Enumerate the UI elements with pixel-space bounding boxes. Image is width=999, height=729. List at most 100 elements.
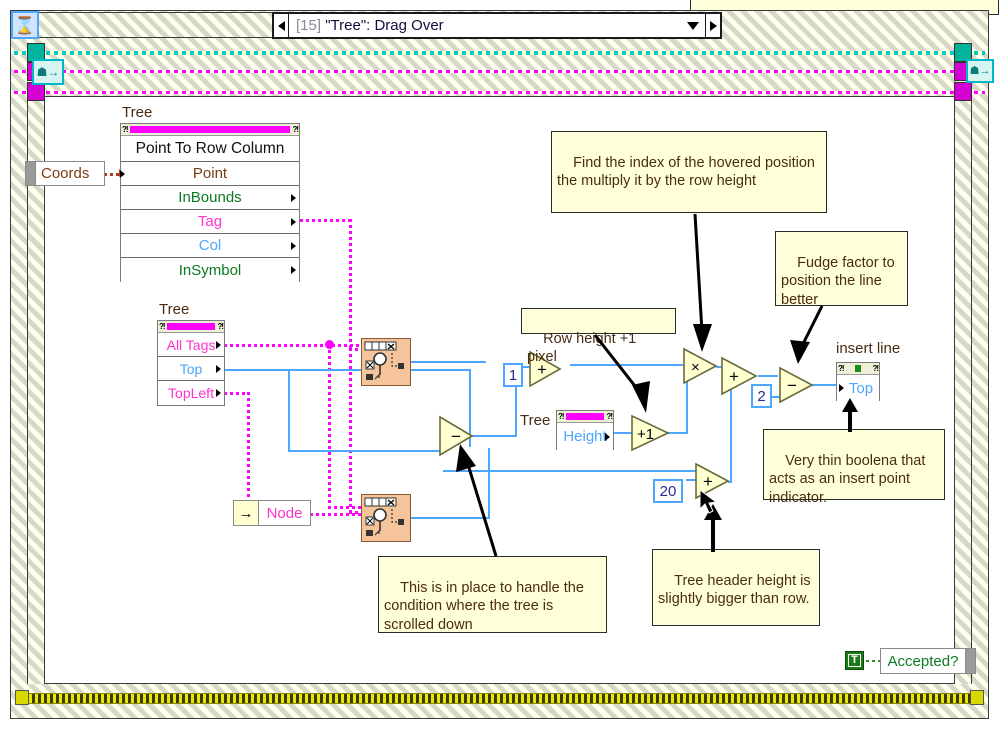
event-right-rail-body — [954, 101, 972, 684]
output-arrow-icon — [291, 266, 296, 274]
pnode-refnum-bar — [166, 323, 216, 330]
accepted-grip — [965, 649, 975, 673]
event-case-index: [15] — [296, 17, 322, 34]
search-1d-array-node-lower[interactable] — [361, 494, 411, 542]
bottom-rail-tunnel-left[interactable] — [15, 690, 29, 705]
pnode-row-point[interactable]: Point — [120, 162, 299, 186]
comment-arrow-scrolled-down — [456, 444, 498, 557]
point-to-row-column-node[interactable]: ?! ?! Point To Row Column Point InBounds… — [120, 123, 300, 282]
timeout-terminal[interactable]: ⌛ — [11, 11, 39, 39]
wire-add2-up — [730, 382, 732, 482]
output-arrow-icon — [216, 364, 221, 373]
pnode-row-label: Top — [848, 379, 874, 397]
left-arrow-icon — [277, 20, 285, 31]
wire-top-h1 — [224, 369, 471, 371]
hourglass-icon: ⌛ — [14, 15, 36, 35]
accepted-label-wrap: Accepted? — [881, 649, 965, 673]
pnode-row-alltags[interactable]: All Tags — [158, 333, 224, 357]
comment-fudge-factor: Fudge factor to position the line better — [775, 231, 908, 308]
tree-props-node[interactable]: ?! ?! All Tags Top TopLeft — [157, 320, 225, 406]
wire-inc-out — [668, 432, 688, 434]
constant-two[interactable]: 2 — [751, 384, 772, 408]
constant-twenty-value: 20 — [659, 482, 677, 500]
boolean-true-icon: T — [848, 654, 861, 667]
output-arrow-icon — [291, 217, 296, 226]
point-to-row-column-label: Tree — [122, 104, 153, 121]
right-arrow-icon — [709, 20, 717, 31]
pnode-row-label: InSymbol — [178, 261, 242, 279]
bottom-rail-tunnel-right[interactable] — [970, 690, 984, 705]
case-prev-button[interactable] — [274, 14, 289, 37]
pnode-row-label: InBounds — [178, 189, 242, 206]
event-rail-magenta-2 — [14, 91, 985, 94]
coords-label: Coords — [41, 165, 90, 182]
boolean-true-text: T — [851, 654, 858, 666]
event-data-node-left[interactable]: ☗→ — [32, 59, 64, 85]
coords-terminal[interactable]: Coords — [25, 161, 105, 186]
multiply-symbol: × — [691, 359, 700, 376]
constant-one[interactable]: 1 — [503, 363, 523, 387]
output-arrow-icon — [605, 432, 610, 441]
search-1d-array-icon — [364, 341, 404, 380]
pnode-row-insymbol[interactable]: InSymbol — [121, 258, 299, 282]
comment-text: Find the index of the hovered position t… — [557, 154, 819, 190]
constant-twenty[interactable]: 20 — [653, 479, 683, 503]
event-data-node-right[interactable]: ☗→ — [966, 59, 994, 83]
node-terminal[interactable]: → Node — [233, 500, 311, 526]
pnode-refnum-glyph-left: ?! — [122, 125, 128, 134]
add-symbol: + — [703, 472, 713, 491]
event-tunnel-magenta-right-2[interactable] — [954, 82, 972, 101]
increment-symbol: +1 — [637, 426, 654, 443]
frame-top-strip — [28, 12, 278, 38]
event-case-selector[interactable]: [15] "Tree": Drag Over — [272, 12, 722, 39]
wire-node-to-search — [310, 513, 362, 516]
pnode-refnum-glyph-right: ?! — [872, 364, 878, 373]
pnode-row-tag[interactable]: Tag — [121, 210, 299, 234]
block-diagram-canvas: executes when the state queue is empty ⌛… — [0, 0, 999, 729]
wire-tag-out-h — [300, 219, 352, 222]
wire-topleft-v — [247, 392, 250, 500]
pnode-row-label: All Tags — [166, 336, 216, 353]
pnode-refnum-bar — [855, 365, 861, 372]
pnode-refnum-glyph-right: ?! — [217, 322, 223, 331]
pnode-row-label: TopLeft — [168, 385, 214, 401]
pnode-refnum-glyph-left: ?! — [159, 322, 165, 331]
case-dropdown-button[interactable] — [681, 21, 705, 30]
tree-props-label: Tree — [159, 301, 190, 318]
comment-arrow-thin-boolean — [842, 398, 858, 432]
comment-thin-boolean: Very thin boolena that acts as an insert… — [763, 429, 945, 506]
search-1d-array-icon — [364, 497, 404, 536]
input-arrow-icon — [120, 169, 125, 178]
wire-tag-out-v — [349, 219, 352, 349]
pnode-row-inbounds[interactable]: InBounds — [121, 186, 299, 210]
accepted-terminal[interactable]: Accepted? — [880, 648, 976, 674]
search-1d-array-node-upper[interactable] — [361, 338, 411, 386]
pnode-refnum-bar — [129, 126, 291, 133]
pnode-title: Point To Row Column — [121, 136, 299, 162]
output-arrow-icon — [216, 389, 221, 397]
comment-hovered-index: Find the index of the hovered position t… — [551, 131, 827, 213]
wire-search1-out — [410, 361, 486, 363]
boolean-true-constant[interactable]: T — [845, 651, 864, 670]
event-rail-cyan — [14, 51, 985, 55]
comment-header-height: Tree header height is slightly bigger th… — [652, 549, 820, 626]
pnode-row-label: Top — [179, 360, 203, 377]
pnode-row-label: Tag — [197, 213, 223, 230]
accepted-label: Accepted? — [887, 652, 959, 670]
wire-add-out-2 — [758, 375, 778, 377]
comment-text: Fudge factor to position the line better — [781, 254, 899, 308]
constant-one-value: 1 — [508, 366, 518, 384]
pnode-refnum-glyph-right: ?! — [292, 125, 298, 134]
case-next-button[interactable] — [705, 14, 720, 37]
tree-height-label: Tree — [520, 412, 551, 429]
pnode-row-top[interactable]: Top — [158, 357, 224, 381]
event-data-node-icon: ☗→ — [36, 65, 60, 79]
comment-arrow-row-height — [593, 334, 650, 413]
event-rail-magenta-1 — [14, 70, 985, 73]
wire-top-down-left — [288, 369, 290, 452]
pnode-row-col[interactable]: Col — [121, 234, 299, 258]
constant-two-value: 2 — [757, 387, 766, 405]
pnode-row-topleft[interactable]: TopLeft — [158, 381, 224, 405]
pnode-row-label: Col — [198, 237, 222, 254]
wire-inc-up — [686, 378, 688, 434]
